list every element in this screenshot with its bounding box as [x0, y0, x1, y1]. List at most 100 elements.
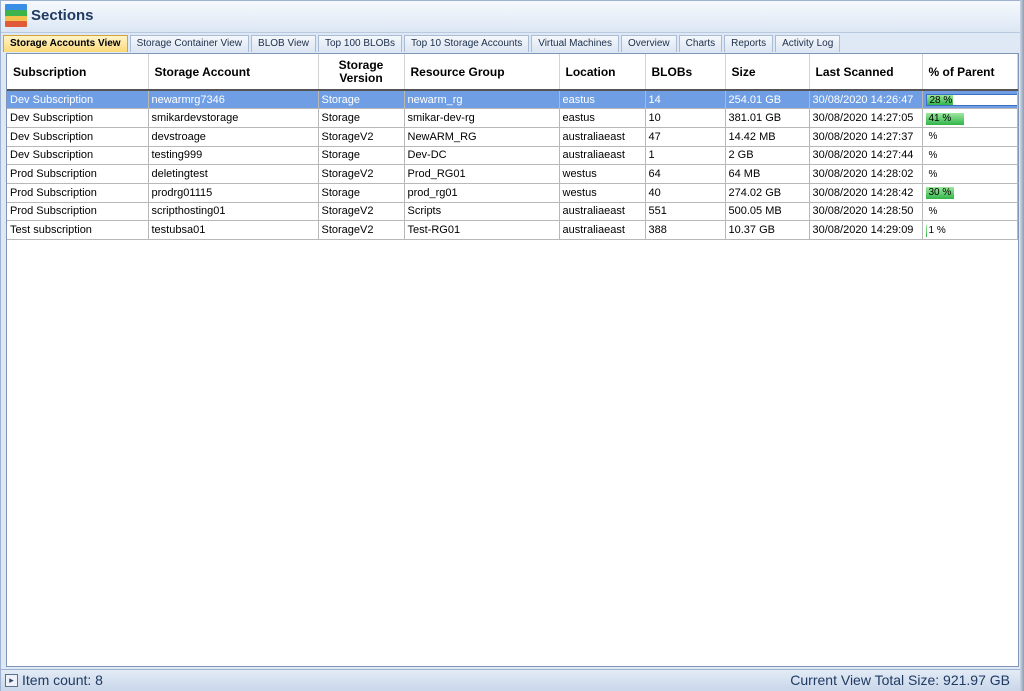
percent-bar: %: [926, 168, 1017, 181]
cell-last-scanned: 30/08/2020 14:28:02: [809, 164, 923, 184]
percent-bar-fill: [925, 224, 927, 237]
cell-resource-group: smikar-dev-rg: [404, 108, 560, 128]
cell-size: 14.42 MB: [725, 127, 810, 147]
status-bar: ▸ Item count: 8 Current View Total Size:…: [1, 669, 1020, 691]
cell-storage-account: testing999: [148, 146, 319, 166]
cell-size: 381.01 GB: [725, 108, 810, 128]
cell-percent-of-parent: %: [922, 127, 1018, 147]
cell-percent-of-parent: 1 %: [922, 220, 1018, 240]
cell-last-scanned: 30/08/2020 14:27:05: [809, 108, 923, 128]
cell-blobs: 47: [645, 127, 726, 147]
cell-subscription: Prod Subscription: [7, 202, 149, 222]
cell-storage-version: StorageV2: [318, 202, 405, 222]
column-header-last-scanned[interactable]: Last Scanned: [809, 54, 923, 91]
percent-bar: %: [926, 131, 1017, 143]
table-row[interactable]: Prod Subscription scripthosting01 StorageV…: [7, 202, 1018, 222]
tab-overview[interactable]: Overview: [620, 35, 677, 52]
tab-top-10-storage-accounts[interactable]: Top 10 Storage Accounts: [404, 35, 530, 52]
cell-location: australiaeast: [559, 146, 646, 166]
cell-blobs: 388: [645, 220, 726, 240]
percent-label: %: [928, 149, 938, 161]
cell-location: australiaeast: [559, 202, 646, 222]
cell-storage-account: prodrg01115: [148, 183, 319, 203]
column-header-storage-version[interactable]: Storage Version: [318, 54, 405, 91]
column-header-storage-account[interactable]: Storage Account: [148, 54, 319, 91]
cell-location: eastus: [559, 90, 646, 110]
storage-accounts-grid[interactable]: Subscription Storage Account Storage Ver…: [6, 53, 1019, 667]
tab-storage-accounts-view[interactable]: Storage Accounts View: [3, 35, 128, 52]
table-row[interactable]: Dev Subscription newarmrg7346 Storage newar…: [7, 90, 1018, 110]
app-title: Sections: [31, 7, 94, 24]
cell-blobs: 14: [645, 90, 726, 110]
cell-size: 254.01 GB: [725, 90, 810, 110]
percent-label: 41 %: [928, 112, 952, 124]
percent-bar: 30 %: [925, 187, 1017, 200]
tab-activity-log[interactable]: Activity Log: [775, 35, 841, 52]
table-row[interactable]: Dev Subscription devstroage StorageV2 NewAR…: [7, 127, 1018, 147]
percent-label: %: [928, 168, 938, 180]
column-header-percent-of-parent[interactable]: % of Parent: [922, 54, 1018, 91]
cell-subscription: Dev Subscription: [7, 127, 149, 147]
table-row[interactable]: Prod Subscription prodrg01115 Storage prod_…: [7, 183, 1018, 203]
percent-bar: 41 %: [925, 112, 1017, 125]
cell-storage-account: newarmrg7346: [148, 90, 319, 110]
percent-label: 28 %: [929, 95, 953, 107]
cell-percent-of-parent: %: [922, 146, 1018, 166]
window-edge: [1020, 0, 1024, 691]
cell-resource-group: Test-RG01: [404, 220, 560, 240]
cell-last-scanned: 30/08/2020 14:27:37: [809, 127, 923, 147]
table-row[interactable]: Test subscription testubsa01 StorageV2 Test…: [7, 220, 1018, 240]
cell-storage-account: testubsa01: [148, 220, 319, 240]
cell-storage-version: Storage: [318, 183, 405, 203]
cell-size: 2 GB: [725, 146, 810, 166]
tab-reports[interactable]: Reports: [724, 35, 774, 52]
title-bar: Sections: [1, 1, 1020, 33]
percent-bar: %: [926, 149, 1017, 162]
cell-percent-of-parent: %: [922, 202, 1018, 222]
cell-size: 64 MB: [725, 164, 810, 184]
cell-last-scanned: 30/08/2020 14:28:50: [809, 202, 923, 222]
column-header-location[interactable]: Location: [559, 54, 646, 91]
cell-size: 274.02 GB: [725, 183, 810, 203]
column-header-subscription[interactable]: Subscription: [7, 54, 149, 91]
cell-storage-account: scripthosting01: [148, 202, 319, 222]
app-window: Sections Storage Accounts View Storage Co…: [0, 0, 1024, 691]
percent-label: %: [928, 131, 938, 143]
cell-subscription: Dev Subscription: [7, 146, 149, 166]
tab-top-100-blobs[interactable]: Top 100 BLOBs: [317, 35, 403, 52]
cell-storage-version: Storage: [318, 90, 405, 110]
table-row[interactable]: Dev Subscription smikardevstorage Storage s…: [7, 108, 1018, 128]
cell-size: 10.37 GB: [725, 220, 810, 240]
cell-last-scanned: 30/08/2020 14:26:47: [809, 90, 923, 110]
percent-label: 30 %: [928, 187, 952, 199]
sections-stack-icon: [5, 4, 27, 28]
section-tabs: Storage Accounts View Storage Container V…: [3, 34, 1019, 52]
tab-storage-container-view[interactable]: Storage Container View: [129, 35, 250, 52]
column-header-resource-group[interactable]: Resource Group: [404, 54, 560, 91]
status-toggle-icon[interactable]: ▸: [5, 674, 18, 687]
percent-bar: 1 %: [925, 224, 1017, 237]
cell-percent-of-parent: 28 %: [922, 90, 1018, 110]
cell-blobs: 40: [645, 183, 726, 203]
percent-label: 1 %: [928, 224, 946, 236]
cell-location: westus: [559, 183, 646, 203]
cell-location: eastus: [559, 108, 646, 128]
cell-storage-version: StorageV2: [318, 127, 405, 147]
percent-label: %: [928, 205, 938, 217]
cell-location: westus: [559, 164, 646, 184]
column-header-size[interactable]: Size: [725, 54, 810, 91]
tab-charts[interactable]: Charts: [678, 35, 723, 52]
cell-storage-account: smikardevstorage: [148, 108, 319, 128]
percent-bar: 28 %: [925, 94, 1016, 107]
cell-blobs: 10: [645, 108, 726, 128]
column-header-blobs[interactable]: BLOBs: [645, 54, 726, 91]
tab-blob-view[interactable]: BLOB View: [251, 35, 316, 52]
table-row[interactable]: Prod Subscription deletingtest StorageV2 Pr…: [7, 164, 1018, 184]
cell-percent-of-parent: %: [922, 164, 1018, 184]
cell-resource-group: Scripts: [404, 202, 560, 222]
cell-subscription: Prod Subscription: [7, 164, 149, 184]
tab-virtual-machines[interactable]: Virtual Machines: [531, 35, 619, 52]
cell-storage-version: Storage: [318, 108, 405, 128]
cell-subscription: Dev Subscription: [7, 108, 149, 128]
table-row[interactable]: Dev Subscription testing999 Storage Dev-DC a…: [7, 146, 1018, 166]
